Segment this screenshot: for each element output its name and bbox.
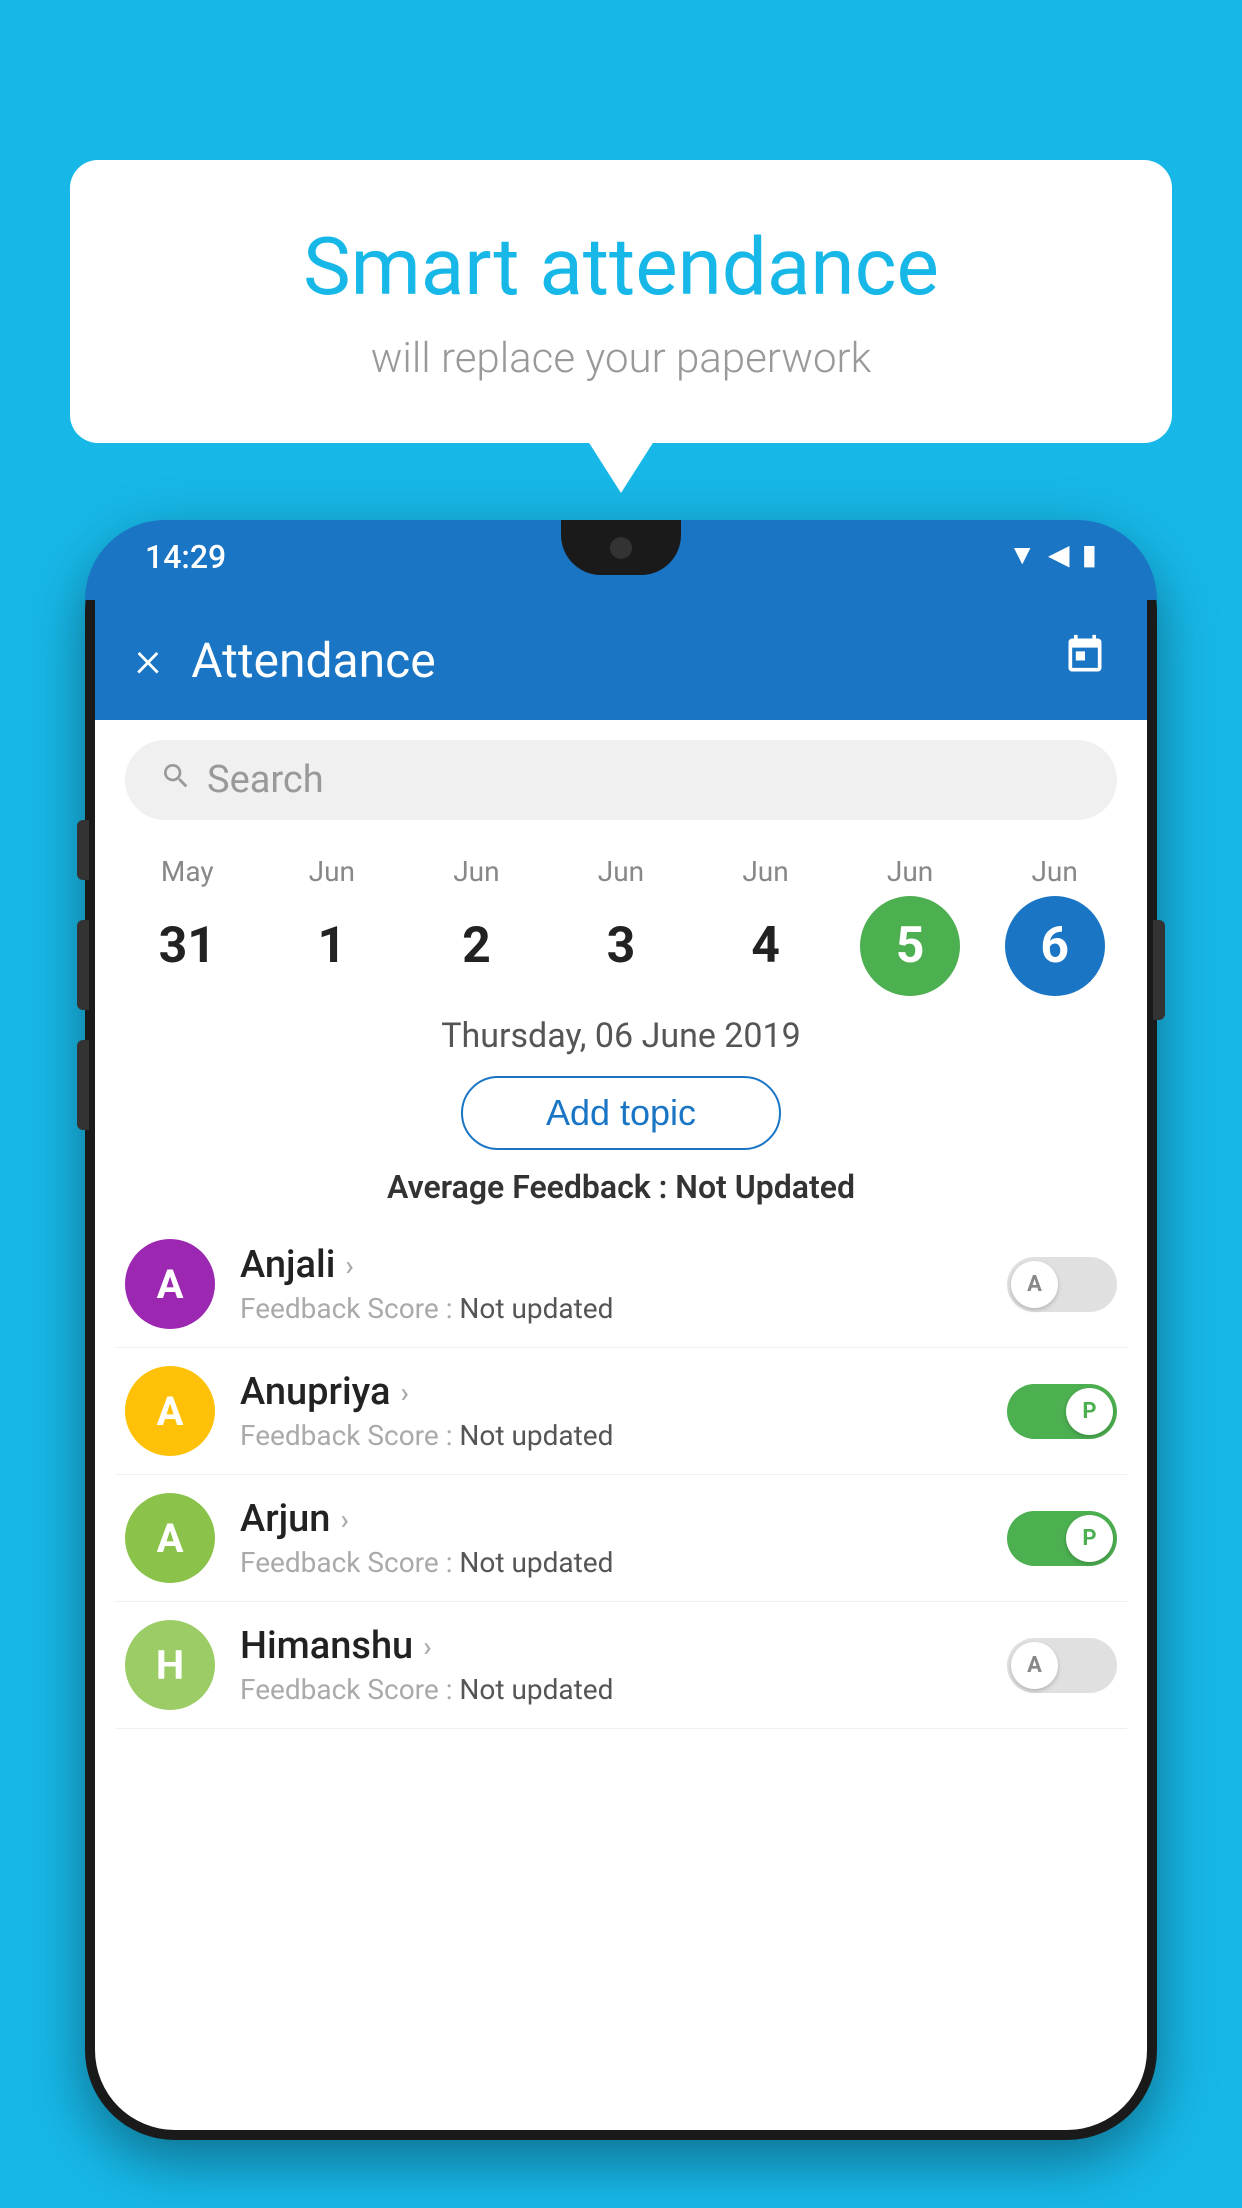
bubble-title: Smart attendance xyxy=(150,220,1092,314)
cal-date-number[interactable]: 4 xyxy=(716,896,816,996)
calendar-day[interactable]: Jun 2 xyxy=(411,855,541,996)
student-item[interactable]: H Himanshu › Feedback Score : Not updatedA xyxy=(115,1602,1127,1729)
attendance-toggle[interactable]: P xyxy=(1007,1384,1117,1439)
chevron-icon: › xyxy=(423,1630,431,1663)
avg-feedback-label: Average Feedback : xyxy=(387,1168,667,1206)
speech-bubble: Smart attendance will replace your paper… xyxy=(70,160,1172,443)
status-icons: ▼ ◀ ▮ xyxy=(1008,538,1097,571)
avg-feedback: Average Feedback : Not Updated xyxy=(95,1160,1147,1221)
calendar-icon[interactable] xyxy=(1063,633,1107,688)
student-feedback: Feedback Score : Not updated xyxy=(240,1419,1007,1452)
app-screen: × Attendance Search xyxy=(95,600,1147,2130)
feedback-value: Not updated xyxy=(459,1546,613,1579)
close-button[interactable]: × xyxy=(135,631,161,689)
student-feedback: Feedback Score : Not updated xyxy=(240,1546,1007,1579)
feedback-value: Not updated xyxy=(459,1292,613,1325)
wifi-icon: ▼ xyxy=(1008,538,1036,571)
student-info: Anjali › Feedback Score : Not updated xyxy=(240,1243,1007,1325)
calendar-row: May 31 Jun 1 Jun 2 Jun 3 Jun 4 Jun 5 Jun 6 xyxy=(95,840,1147,1001)
search-bar[interactable]: Search xyxy=(125,740,1117,820)
cal-date-number[interactable]: 5 xyxy=(860,896,960,996)
calendar-day[interactable]: Jun 5 xyxy=(845,855,975,996)
cal-month-label: Jun xyxy=(309,855,355,888)
attendance-toggle[interactable]: P xyxy=(1007,1511,1117,1566)
calendar-day[interactable]: May 31 xyxy=(122,855,252,996)
toggle-thumb: P xyxy=(1066,1515,1113,1562)
attendance-toggle[interactable]: A xyxy=(1007,1257,1117,1312)
battery-icon: ▮ xyxy=(1082,538,1097,571)
phone: 14:29 ▼ ◀ ▮ × Attendance xyxy=(85,520,1157,2140)
attendance-toggle-wrap[interactable]: P xyxy=(1007,1384,1117,1439)
cal-month-label: Jun xyxy=(1031,855,1077,888)
student-name: Anupriya › xyxy=(240,1370,1007,1414)
calendar-day[interactable]: Jun 4 xyxy=(701,855,831,996)
cal-month-label: Jun xyxy=(598,855,644,888)
app-header: × Attendance xyxy=(95,600,1147,720)
student-item[interactable]: A Anupriya › Feedback Score : Not updated P xyxy=(115,1348,1127,1475)
student-feedback: Feedback Score : Not updated xyxy=(240,1673,1007,1706)
selected-date-label: Thursday, 06 June 2019 xyxy=(95,1001,1147,1066)
student-info: Arjun › Feedback Score : Not updated xyxy=(240,1497,1007,1579)
student-feedback: Feedback Score : Not updated xyxy=(240,1292,1007,1325)
attendance-toggle-wrap[interactable]: A xyxy=(1007,1638,1117,1693)
toggle-thumb: A xyxy=(1011,1642,1058,1689)
avg-feedback-value: Not Updated xyxy=(675,1168,855,1206)
student-item[interactable]: A Arjun › Feedback Score : Not updated P xyxy=(115,1475,1127,1602)
cal-month-label: Jun xyxy=(742,855,788,888)
chevron-icon: › xyxy=(400,1376,408,1409)
student-avatar: H xyxy=(125,1620,215,1710)
student-avatar: A xyxy=(125,1366,215,1456)
attendance-toggle-wrap[interactable]: A xyxy=(1007,1257,1117,1312)
camera xyxy=(610,537,632,559)
student-name: Himanshu › xyxy=(240,1624,1007,1668)
toggle-thumb: A xyxy=(1011,1261,1058,1308)
add-topic-button[interactable]: Add topic xyxy=(461,1076,781,1150)
feedback-value: Not updated xyxy=(459,1673,613,1706)
cal-date-number[interactable]: 31 xyxy=(137,896,237,996)
toggle-thumb: P xyxy=(1066,1388,1113,1435)
attendance-toggle[interactable]: A xyxy=(1007,1638,1117,1693)
cal-date-number[interactable]: 1 xyxy=(282,896,382,996)
app-title: Attendance xyxy=(191,632,1063,689)
phone-button-left-3 xyxy=(77,1040,89,1130)
feedback-value: Not updated xyxy=(459,1419,613,1452)
student-name: Anjali › xyxy=(240,1243,1007,1287)
cal-date-number[interactable]: 2 xyxy=(426,896,526,996)
search-placeholder: Search xyxy=(207,758,324,802)
speech-bubble-container: Smart attendance will replace your paper… xyxy=(70,160,1172,443)
student-info: Himanshu › Feedback Score : Not updated xyxy=(240,1624,1007,1706)
student-list: AAnjali ›Feedback Score : Not updatedAAA… xyxy=(95,1221,1147,1729)
phone-notch xyxy=(561,520,681,575)
calendar-day[interactable]: Jun 3 xyxy=(556,855,686,996)
phone-button-left-1 xyxy=(77,820,89,880)
cal-date-number[interactable]: 3 xyxy=(571,896,671,996)
student-info: Anupriya › Feedback Score : Not updated xyxy=(240,1370,1007,1452)
chevron-icon: › xyxy=(345,1249,353,1282)
signal-icon: ◀ xyxy=(1048,538,1070,571)
student-name: Arjun › xyxy=(240,1497,1007,1541)
calendar-day[interactable]: Jun 1 xyxy=(267,855,397,996)
student-avatar: A xyxy=(125,1239,215,1329)
calendar-day[interactable]: Jun 6 xyxy=(990,855,1120,996)
cal-date-number[interactable]: 6 xyxy=(1005,896,1105,996)
cal-month-label: May xyxy=(161,855,214,888)
bubble-subtitle: will replace your paperwork xyxy=(150,334,1092,383)
student-item[interactable]: AAnjali ›Feedback Score : Not updatedA xyxy=(115,1221,1127,1348)
phone-button-left-2 xyxy=(77,920,89,1010)
search-icon xyxy=(160,759,192,801)
phone-button-right xyxy=(1153,920,1165,1020)
cal-month-label: Jun xyxy=(887,855,933,888)
attendance-toggle-wrap[interactable]: P xyxy=(1007,1511,1117,1566)
chevron-icon: › xyxy=(340,1503,348,1536)
cal-month-label: Jun xyxy=(453,855,499,888)
phone-container: 14:29 ▼ ◀ ▮ × Attendance xyxy=(85,520,1157,2208)
student-avatar: A xyxy=(125,1493,215,1583)
